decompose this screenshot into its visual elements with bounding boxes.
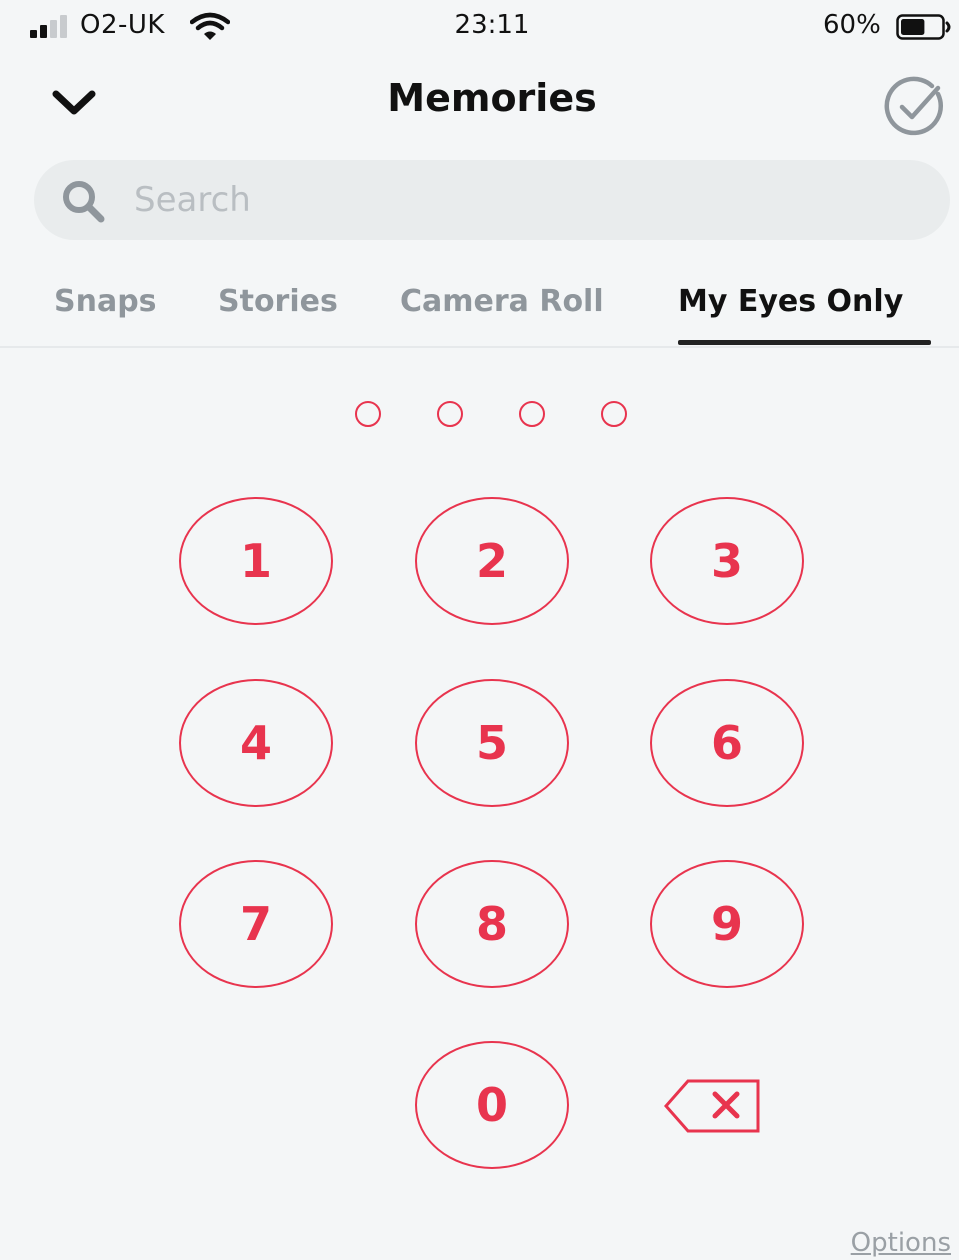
pin-dot: [437, 401, 463, 427]
battery-icon: [896, 14, 951, 40]
keypad-key-0[interactable]: 0: [415, 1041, 569, 1169]
page-title: Memories: [387, 76, 597, 120]
keypad-key-2[interactable]: 2: [415, 497, 569, 625]
keypad-key-6[interactable]: 6: [650, 679, 804, 807]
tab-my-eyes-only[interactable]: My Eyes Only: [678, 284, 903, 319]
keypad-key-7[interactable]: 7: [179, 860, 333, 988]
memories-tabs: Snaps Stories Camera Roll My Eyes Only: [0, 270, 959, 348]
status-bar: O2-UK 23:11 60%: [0, 0, 959, 56]
search-icon: [63, 181, 105, 223]
pin-dot: [601, 401, 627, 427]
keypad-key-1[interactable]: 1: [179, 497, 333, 625]
keypad-key-9[interactable]: 9: [650, 860, 804, 988]
check-circle-icon[interactable]: [882, 74, 948, 140]
tab-stories[interactable]: Stories: [218, 284, 338, 319]
pin-dot: [519, 401, 545, 427]
search-bar[interactable]: [34, 160, 950, 240]
keypad-key-4[interactable]: 4: [179, 679, 333, 807]
search-input[interactable]: [134, 170, 914, 230]
options-link[interactable]: Options: [851, 1228, 951, 1258]
active-tab-indicator: [678, 340, 931, 345]
tab-snaps[interactable]: Snaps: [54, 284, 157, 319]
backspace-icon[interactable]: [662, 1076, 762, 1136]
header-bar: Memories: [0, 60, 959, 150]
keypad-key-5[interactable]: 5: [415, 679, 569, 807]
my-eyes-only-pin-screen: O2-UK 23:11 60% Memories Search Snaps St…: [0, 0, 959, 1260]
battery-percent: 60%: [823, 10, 881, 40]
tab-camera-roll[interactable]: Camera Roll: [400, 284, 604, 319]
pin-dot: [355, 401, 381, 427]
keypad-key-8[interactable]: 8: [415, 860, 569, 988]
keypad-key-3[interactable]: 3: [650, 497, 804, 625]
status-time: 23:11: [454, 10, 530, 40]
